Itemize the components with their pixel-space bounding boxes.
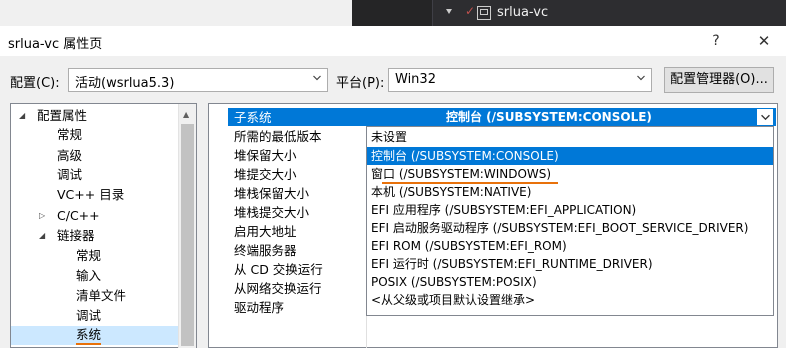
property-driver[interactable]: 驱动程序 xyxy=(234,298,284,317)
tree-item-label: 常规 xyxy=(76,248,102,263)
chevron-down-icon xyxy=(313,75,321,81)
subsystem-dropdown-list: 未设置 控制台 (/SUBSYSTEM:CONSOLE) 窗口 (/SUBSYS… xyxy=(366,126,774,316)
tree-item-label: 调试 xyxy=(57,167,83,182)
subsystem-dropdown-button[interactable] xyxy=(756,108,774,126)
annotation-underline xyxy=(382,182,558,184)
tree-item-label: C/C++ xyxy=(57,208,100,223)
dropdown-option-highlighted[interactable]: 控制台 (/SUBSYSTEM:CONSOLE) xyxy=(367,147,773,165)
tree-item-label: 系统 xyxy=(76,326,102,345)
expanded-triangle-icon: ◢ xyxy=(19,111,26,120)
close-button[interactable]: ✕ xyxy=(752,30,776,52)
dialog-titlebar xyxy=(0,26,786,56)
property-heap-reserve[interactable]: 堆保留大小 xyxy=(234,146,297,165)
tree-item-label: 调试 xyxy=(76,308,102,323)
property-stack-reserve[interactable]: 堆栈保留大小 xyxy=(234,184,309,203)
ide-tab-label: srlua-vc xyxy=(497,5,549,20)
dropdown-option[interactable]: EFI 运行时 (/SUBSYSTEM:EFI_RUNTIME_DRIVER) xyxy=(367,255,773,273)
config-value: 活动(wsrlua5.3) xyxy=(75,76,175,91)
platform-value: Win32 xyxy=(395,72,436,87)
dropdown-option[interactable]: EFI ROM (/SUBSYSTEM:EFI_ROM) xyxy=(367,237,773,255)
config-manager-button[interactable]: 配置管理器(O)... xyxy=(664,67,774,93)
chevron-down-icon xyxy=(761,114,770,121)
property-terminal-server[interactable]: 终端服务器 xyxy=(234,241,297,260)
property-swap-network[interactable]: 从网络交换运行 xyxy=(234,279,322,298)
dropdown-option[interactable]: EFI 应用程序 (/SUBSYSTEM:EFI_APPLICATION) xyxy=(367,201,773,219)
tree-item-general[interactable]: 常规 xyxy=(11,125,178,144)
config-label: 配置(C): xyxy=(10,76,60,91)
tree-item-linker[interactable]: ◢ 链接器 xyxy=(11,226,178,245)
tree-item-linker-system[interactable]: 系统 xyxy=(11,326,178,345)
tree-item-linker-debugging[interactable]: 调试 xyxy=(11,306,178,325)
dropdown-arrow-icon xyxy=(446,9,452,14)
platform-combo[interactable]: Win32 xyxy=(388,68,652,92)
check-icon: ✓ xyxy=(465,4,476,18)
property-stack-commit[interactable]: 堆栈提交大小 xyxy=(234,203,309,222)
tree-scrollbar[interactable]: ▲ xyxy=(178,104,196,348)
tree-item-config-properties[interactable]: ◢ 配置属性 xyxy=(11,106,178,125)
tree-item-vc-directories[interactable]: VC++ 目录 xyxy=(11,185,178,204)
property-heap-commit[interactable]: 堆提交大小 xyxy=(234,165,297,184)
project-icon xyxy=(477,6,491,20)
dropdown-option[interactable]: 窗口 (/SUBSYSTEM:WINDOWS) xyxy=(367,165,773,183)
tree-item-linker-manifest[interactable]: 清单文件 xyxy=(11,286,178,305)
scroll-up-icon[interactable]: ▲ xyxy=(183,110,189,119)
tree-item-label: 输入 xyxy=(76,268,102,283)
help-button[interactable]: ? xyxy=(704,30,728,52)
config-combo[interactable]: 活动(wsrlua5.3) xyxy=(68,68,328,92)
dropdown-option[interactable]: <从父级或项目默认设置继承> xyxy=(367,291,773,309)
tree-item-label: 清单文件 xyxy=(76,288,127,303)
dropdown-option[interactable]: 本机 (/SUBSYSTEM:NATIVE) xyxy=(367,183,773,201)
tree-item-label: 高级 xyxy=(57,148,83,163)
dropdown-option[interactable]: EFI 启动服务驱动程序 (/SUBSYSTEM:EFI_BOOT_SERVIC… xyxy=(367,219,773,237)
property-subsystem[interactable]: 子系统 xyxy=(234,108,272,127)
property-min-version[interactable]: 所需的最低版本 xyxy=(234,127,322,146)
subsystem-value[interactable]: 控制台 (/SUBSYSTEM:CONSOLE) xyxy=(446,108,756,126)
collapsed-triangle-icon: ▷ xyxy=(39,211,46,220)
dropdown-option[interactable]: 未设置 xyxy=(367,128,773,146)
platform-label: 平台(P): xyxy=(336,76,385,91)
tree-item-linker-input[interactable]: 输入 xyxy=(11,266,178,285)
tree-item-label: 链接器 xyxy=(57,228,95,243)
dropdown-option[interactable]: POSIX (/SUBSYSTEM:POSIX) xyxy=(367,273,773,291)
tree-item-label: VC++ 目录 xyxy=(57,187,125,202)
ide-solution-item[interactable]: ✓ srlua-vc xyxy=(432,0,786,26)
property-large-address[interactable]: 启用大地址 xyxy=(234,222,297,241)
expanded-triangle-icon: ◢ xyxy=(39,231,46,240)
tree-item-debugging[interactable]: 调试 xyxy=(11,165,178,184)
tree-item-advanced[interactable]: 高级 xyxy=(11,146,178,165)
property-swap-cd[interactable]: 从 CD 交换运行 xyxy=(234,260,323,279)
tree-item-label: 常规 xyxy=(57,127,83,142)
tree-item-cpp[interactable]: ▷ C/C++ xyxy=(11,206,178,225)
scrollbar-thumb[interactable] xyxy=(181,124,194,346)
tree-item-label: 配置属性 xyxy=(37,108,88,123)
chevron-down-icon xyxy=(637,75,645,81)
dialog-title: srlua-vc 属性页 xyxy=(8,37,103,52)
tree-item-linker-general[interactable]: 常规 xyxy=(11,246,178,265)
property-tree: ◢ 配置属性 常规 高级 调试 VC++ 目录 ▷ C/C++ ◢ 链接器 常规… xyxy=(10,103,197,348)
